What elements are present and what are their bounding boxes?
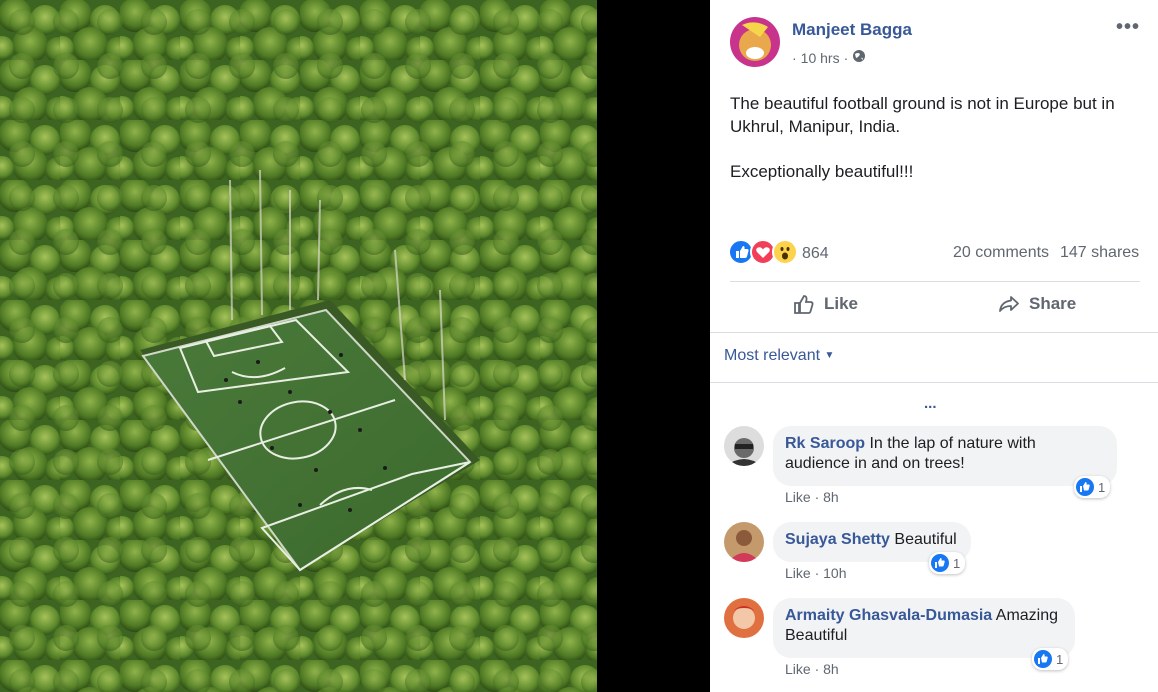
more-options-icon[interactable]: ••• bbox=[1116, 16, 1140, 39]
comment-reaction-badge[interactable]: 1 bbox=[1032, 648, 1069, 670]
like-button[interactable]: Like bbox=[792, 292, 858, 316]
thumbs-up-icon bbox=[1034, 650, 1052, 668]
caret-down-icon: ▼ bbox=[824, 350, 835, 361]
avatar-image bbox=[724, 426, 764, 466]
commenter-avatar[interactable] bbox=[724, 426, 764, 466]
comment-time[interactable]: 10h bbox=[823, 565, 846, 581]
commenter-avatar[interactable] bbox=[724, 522, 764, 562]
thumbs-up-icon bbox=[794, 295, 814, 314]
football-ground-photo bbox=[0, 0, 597, 692]
comment-like-link[interactable]: Like bbox=[785, 489, 811, 505]
shares-count[interactable]: 147 shares bbox=[1060, 244, 1139, 262]
thumbs-up-icon bbox=[931, 554, 949, 572]
share-arrow-icon bbox=[999, 296, 1019, 312]
divider bbox=[730, 281, 1140, 282]
comment-actions: Like · 10h bbox=[785, 565, 847, 581]
wow-reaction-icon[interactable] bbox=[772, 239, 798, 265]
comment-meta-separator: · bbox=[814, 489, 820, 505]
divider bbox=[710, 382, 1158, 383]
meta-prefix-dot: · bbox=[792, 49, 797, 66]
avatar-image bbox=[724, 598, 764, 638]
commenter-name[interactable]: Rk Saroop bbox=[785, 435, 865, 452]
comment-time[interactable]: 8h bbox=[823, 489, 839, 505]
reaction-count[interactable]: 864 bbox=[802, 245, 829, 263]
thumbs-up-icon bbox=[1076, 478, 1094, 496]
post-panel: Manjeet Bagga · 10 hrs · ••• The beautif… bbox=[710, 0, 1158, 692]
comment-actions: Like · 8h bbox=[785, 489, 839, 505]
meta-separator: · bbox=[843, 49, 849, 66]
divider bbox=[710, 332, 1158, 333]
comment-time[interactable]: 8h bbox=[823, 661, 839, 677]
comments-count[interactable]: 20 comments bbox=[953, 244, 1049, 262]
post-photo[interactable] bbox=[0, 0, 597, 692]
commenter-avatar[interactable] bbox=[724, 598, 764, 638]
reaction-stats-bar: 864 20 comments 147 shares bbox=[728, 239, 1140, 267]
comment-like-link[interactable]: Like bbox=[785, 661, 811, 677]
comment-reaction-count: 1 bbox=[953, 555, 961, 571]
comment-meta-separator: · bbox=[814, 565, 820, 581]
comment-bubble: Rk Saroop In the lap of nature with audi… bbox=[773, 426, 1117, 486]
comment-like-link[interactable]: Like bbox=[785, 565, 811, 581]
comment-bubble: Armaity Ghasvala-Dumasia Amazing Beautif… bbox=[773, 598, 1075, 658]
comment-reaction-badge[interactable]: 1 bbox=[1074, 476, 1111, 498]
comment-actions: Like · 8h bbox=[785, 661, 839, 677]
globe-icon bbox=[852, 49, 866, 66]
view-more-comments-link[interactable]: ... bbox=[924, 395, 937, 412]
commenter-name[interactable]: Sujaya Shetty bbox=[785, 531, 890, 548]
like-label: Like bbox=[824, 294, 859, 313]
share-label: Share bbox=[1029, 294, 1077, 313]
post-text-paragraph-1: The beautiful football ground is not in … bbox=[730, 94, 1115, 136]
comment-reaction-count: 1 bbox=[1056, 651, 1064, 667]
share-button[interactable]: Share bbox=[997, 292, 1076, 316]
comment-reaction-badge[interactable]: 1 bbox=[929, 552, 966, 574]
sort-label: Most relevant bbox=[724, 347, 821, 364]
avatar-image bbox=[724, 522, 764, 562]
comment-text: Beautiful bbox=[894, 531, 957, 548]
post-text-paragraph-2: Exceptionally beautiful!!! bbox=[730, 162, 914, 181]
post-meta: · 10 hrs · bbox=[792, 49, 866, 66]
post-time[interactable]: 10 hrs bbox=[801, 50, 840, 66]
author-name[interactable]: Manjeet Bagga bbox=[792, 20, 912, 40]
avatar-image bbox=[730, 17, 780, 67]
comment-reaction-count: 1 bbox=[1098, 479, 1106, 495]
commenter-name[interactable]: Armaity Ghasvala-Dumasia bbox=[785, 607, 992, 624]
author-avatar[interactable] bbox=[730, 17, 780, 67]
comment-meta-separator: · bbox=[814, 661, 820, 677]
sort-comments-dropdown[interactable]: Most relevant ▼ bbox=[724, 347, 834, 365]
